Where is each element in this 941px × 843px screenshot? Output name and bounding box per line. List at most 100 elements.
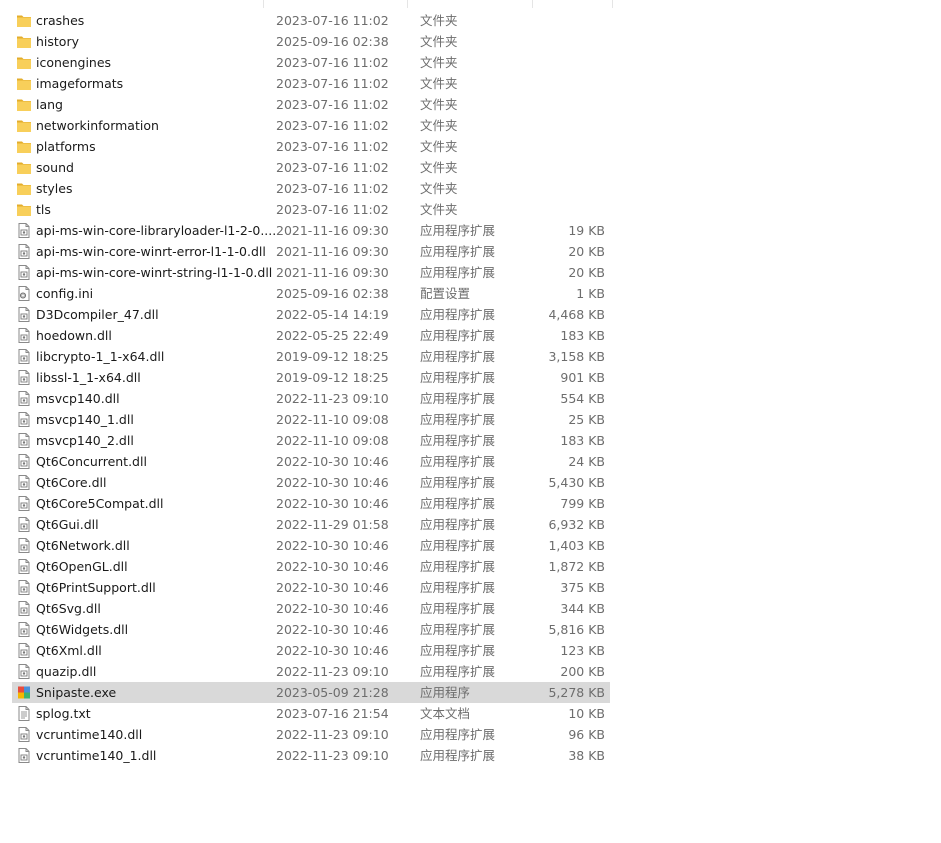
file-row[interactable]: tls 2023-07-16 11:02 文件夹 (12, 199, 610, 220)
file-row[interactable]: splog.txt 2023-07-16 21:54 文本文档 10 KB (12, 703, 610, 724)
file-type: 应用程序扩展 (420, 601, 496, 616)
file-row[interactable]: Qt6Svg.dll 2022-10-30 10:46 应用程序扩展 344 KB (12, 598, 610, 619)
file-date-modified: 2023-07-16 11:02 (276, 97, 389, 112)
file-row[interactable]: libcrypto-1_1-x64.dll 2019-09-12 18:25 应用程… (12, 346, 610, 367)
file-row[interactable]: quazip.dll 2022-11-23 09:10 应用程序扩展 200 KB (12, 661, 610, 682)
file-row[interactable]: libssl-1_1-x64.dll 2019-09-12 18:25 应用程序扩展… (12, 367, 610, 388)
file-date-modified: 2022-11-10 09:08 (276, 412, 389, 427)
file-row[interactable]: Qt6Core.dll 2022-10-30 10:46 应用程序扩展 5,430 K… (12, 472, 610, 493)
file-type: 应用程序扩展 (420, 244, 496, 259)
file-row[interactable]: msvcp140.dll 2022-11-23 09:10 应用程序扩展 554 KB (12, 388, 610, 409)
file-row[interactable]: D3Dcompiler_47.dll 2022-05-14 14:19 应用程序扩展… (12, 304, 610, 325)
file-row[interactable]: api-ms-win-core-winrt-string-l1-1-0.dll 2… (12, 262, 610, 283)
file-row[interactable]: config.ini 2025-09-16 02:38 配置设置 1 KB (12, 283, 610, 304)
file-name: networkinformation (36, 118, 159, 133)
file-row[interactable]: Qt6Network.dll 2022-10-30 10:46 应用程序扩展 1,40… (12, 535, 610, 556)
file-date-modified: 2025-09-16 02:38 (276, 34, 389, 49)
file-type: 应用程序扩展 (420, 433, 496, 448)
file-date-modified: 2019-09-12 18:25 (276, 349, 389, 364)
file-size: 344 KB (560, 601, 605, 616)
file-row[interactable]: lang 2023-07-16 11:02 文件夹 (12, 94, 610, 115)
dll-file-icon (16, 348, 32, 365)
file-row[interactable]: vcruntime140.dll 2022-11-23 09:10 应用程序扩展 96… (12, 724, 610, 745)
file-type: 应用程序扩展 (420, 517, 496, 532)
file-type: 应用程序 (420, 685, 471, 700)
folder-icon (16, 159, 32, 176)
file-date-modified: 2022-10-30 10:46 (276, 496, 389, 511)
file-date-modified: 2023-07-16 11:02 (276, 160, 389, 175)
file-name: api-ms-win-core-winrt-error-l1-1-0.dll (36, 244, 266, 259)
file-name: msvcp140.dll (36, 391, 120, 406)
file-row[interactable]: iconengines 2023-07-16 11:02 文件夹 (12, 52, 610, 73)
file-type: 应用程序扩展 (420, 307, 496, 322)
file-type: 文件夹 (420, 97, 458, 112)
file-size: 799 KB (560, 496, 605, 511)
file-name: libcrypto-1_1-x64.dll (36, 349, 165, 364)
file-name: Qt6Core5Compat.dll (36, 496, 164, 511)
file-name: sound (36, 160, 74, 175)
file-row[interactable]: msvcp140_2.dll 2022-11-10 09:08 应用程序扩展 183 … (12, 430, 610, 451)
folder-icon (16, 180, 32, 197)
file-type: 应用程序扩展 (420, 664, 496, 679)
column-separator (407, 0, 408, 8)
file-row[interactable]: crashes 2023-07-16 11:02 文件夹 (12, 10, 610, 31)
file-date-modified: 2023-07-16 11:02 (276, 118, 389, 133)
file-row[interactable]: Qt6Gui.dll 2022-11-29 01:58 应用程序扩展 6,932 KB (12, 514, 610, 535)
file-date-modified: 2022-10-30 10:46 (276, 538, 389, 553)
file-type: 配置设置 (420, 286, 471, 301)
file-row[interactable]: styles 2023-07-16 11:02 文件夹 (12, 178, 610, 199)
folder-icon (16, 12, 32, 29)
file-row[interactable]: Qt6Concurrent.dll 2022-10-30 10:46 应用程序扩展 2… (12, 451, 610, 472)
file-row[interactable]: history 2025-09-16 02:38 文件夹 (12, 31, 610, 52)
dll-file-icon (16, 411, 32, 428)
file-type: 应用程序扩展 (420, 454, 496, 469)
column-separator (263, 0, 264, 8)
file-row[interactable]: api-ms-win-core-winrt-error-l1-1-0.dll 20… (12, 241, 610, 262)
file-name: Qt6PrintSupport.dll (36, 580, 156, 595)
file-row[interactable]: Qt6Widgets.dll 2022-10-30 10:46 应用程序扩展 5,81… (12, 619, 610, 640)
file-date-modified: 2022-11-23 09:10 (276, 727, 389, 742)
file-row[interactable]: Qt6OpenGL.dll 2022-10-30 10:46 应用程序扩展 1,872… (12, 556, 610, 577)
file-type: 文件夹 (420, 76, 458, 91)
dll-file-icon (16, 663, 32, 680)
file-type: 应用程序扩展 (420, 559, 496, 574)
dll-file-icon (16, 243, 32, 260)
dll-file-icon (16, 369, 32, 386)
file-row[interactable]: vcruntime140_1.dll 2022-11-23 09:10 应用程序扩展… (12, 745, 610, 766)
file-name: hoedown.dll (36, 328, 112, 343)
file-date-modified: 2022-10-30 10:46 (276, 622, 389, 637)
file-date-modified: 2023-07-16 21:54 (276, 706, 389, 721)
file-date-modified: 2023-07-16 11:02 (276, 181, 389, 196)
file-date-modified: 2022-10-30 10:46 (276, 475, 389, 490)
file-type: 应用程序扩展 (420, 727, 496, 742)
file-row[interactable]: Qt6Xml.dll 2022-10-30 10:46 应用程序扩展 123 KB (12, 640, 610, 661)
file-name: config.ini (36, 286, 94, 301)
file-row[interactable]: hoedown.dll 2022-05-25 22:49 应用程序扩展 183 KB (12, 325, 610, 346)
file-date-modified: 2022-11-23 09:10 (276, 391, 389, 406)
file-row[interactable]: networkinformation 2023-07-16 11:02 文件夹 (12, 115, 610, 136)
file-row[interactable]: msvcp140_1.dll 2022-11-10 09:08 应用程序扩展 25 K… (12, 409, 610, 430)
file-row[interactable]: Qt6Core5Compat.dll 2022-10-30 10:46 应用程序扩展… (12, 493, 610, 514)
file-type: 文件夹 (420, 139, 458, 154)
dll-file-icon (16, 495, 32, 512)
file-row[interactable]: Snipaste.exe 2023-05-09 21:28 应用程序 5,278 KB (12, 682, 610, 703)
file-name: Snipaste.exe (36, 685, 117, 700)
column-separator (612, 0, 613, 8)
file-row[interactable]: Qt6PrintSupport.dll 2022-10-30 10:46 应用程序扩… (12, 577, 610, 598)
file-row[interactable]: api-ms-win-core-libraryloader-l1-2-0....… (12, 220, 610, 241)
file-row[interactable]: imageformats 2023-07-16 11:02 文件夹 (12, 73, 610, 94)
file-size: 6,932 KB (548, 517, 605, 532)
file-date-modified: 2022-11-23 09:10 (276, 748, 389, 763)
dll-file-icon (16, 306, 32, 323)
file-size: 183 KB (560, 328, 605, 343)
file-row[interactable]: platforms 2023-07-16 11:02 文件夹 (12, 136, 610, 157)
file-type: 文件夹 (420, 55, 458, 70)
column-separator (532, 0, 533, 8)
file-row[interactable]: sound 2023-07-16 11:02 文件夹 (12, 157, 610, 178)
file-size: 5,430 KB (548, 475, 605, 490)
dll-file-icon (16, 264, 32, 281)
file-date-modified: 2021-11-16 09:30 (276, 223, 389, 238)
dll-file-icon (16, 222, 32, 239)
file-type: 应用程序扩展 (420, 412, 496, 427)
file-size: 1 KB (576, 286, 605, 301)
